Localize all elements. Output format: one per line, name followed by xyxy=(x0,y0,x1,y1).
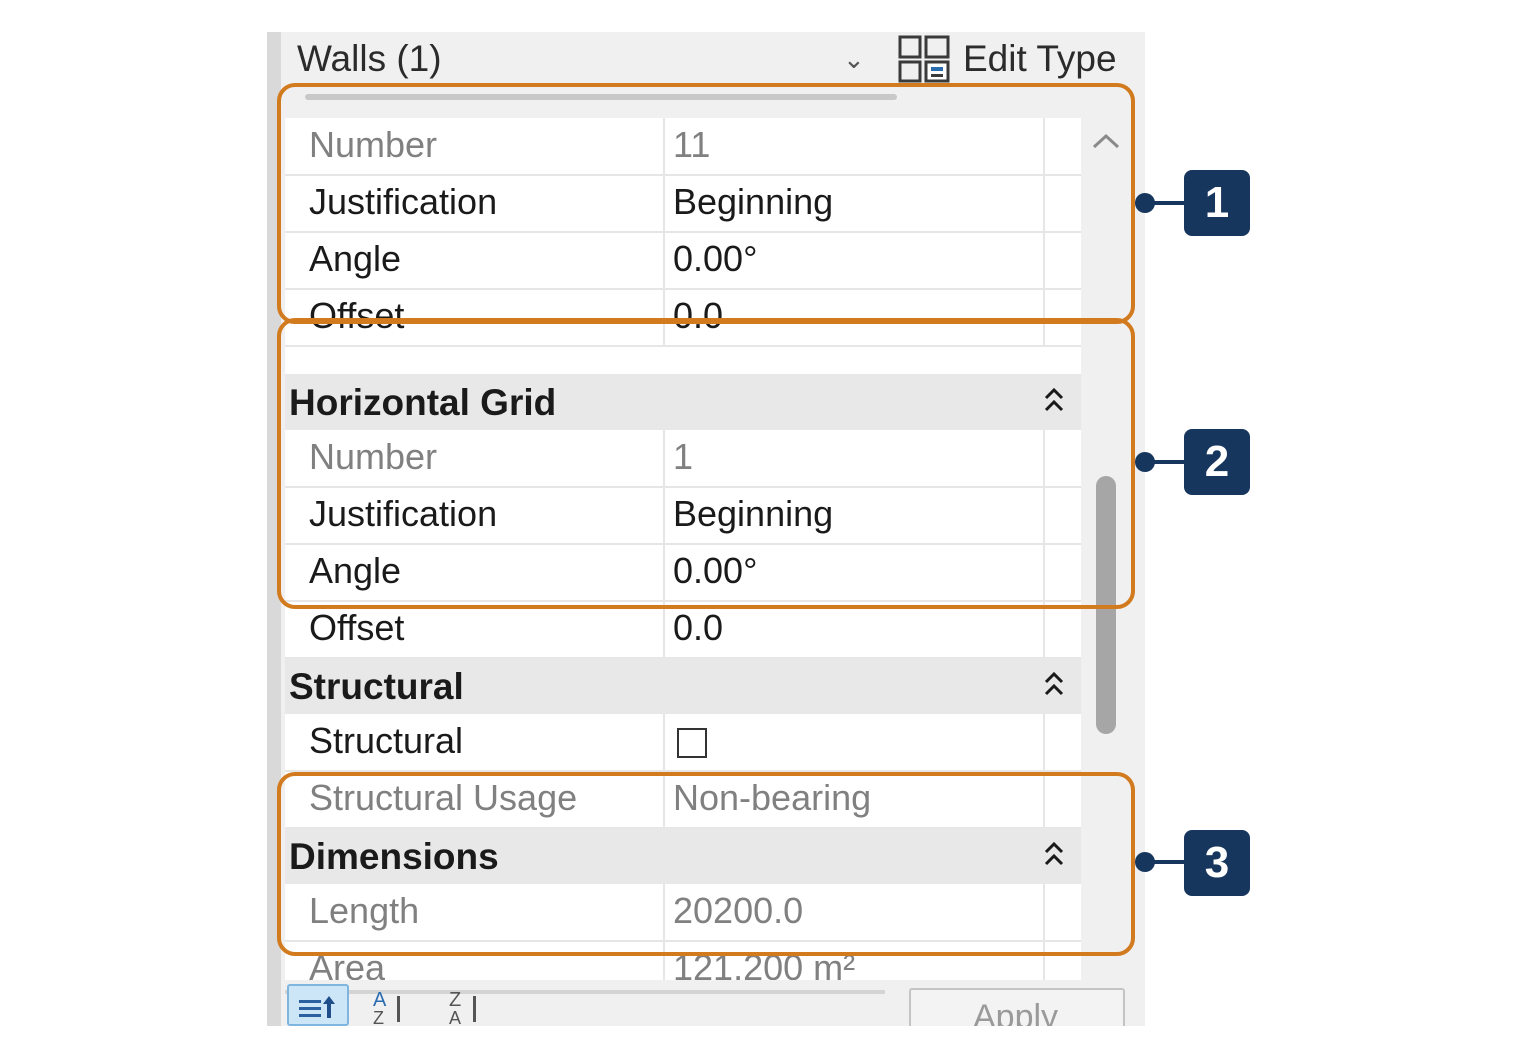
sort-az-icon: A Z xyxy=(373,989,400,1024)
reverse-sort-button[interactable]: Z A xyxy=(439,984,501,1026)
categorized-icon xyxy=(299,996,335,1018)
column-divider xyxy=(663,601,665,657)
callout-connector xyxy=(1152,860,1184,864)
highlight-box-2 xyxy=(277,318,1135,609)
edit-type-label: Edit Type xyxy=(963,38,1117,79)
callout-connector xyxy=(1152,460,1184,464)
edit-type-button[interactable]: Edit Type xyxy=(897,34,1117,84)
structural-checkbox[interactable] xyxy=(677,728,707,758)
callout-connector xyxy=(1152,201,1184,205)
svg-text:A: A xyxy=(449,1008,461,1024)
alphabetical-sort-button[interactable]: A Z xyxy=(363,984,425,1026)
sort-za-icon: Z A xyxy=(449,989,476,1024)
property-value[interactable]: 0.0 xyxy=(673,607,723,649)
category-header-structural[interactable]: Structural xyxy=(285,658,1081,714)
callout-badge-1: 1 xyxy=(1184,170,1250,236)
chevron-down-icon[interactable]: ⌄ xyxy=(843,44,865,75)
highlight-box-1 xyxy=(277,83,1135,324)
callout-badge-3: 3 xyxy=(1184,830,1250,896)
edit-type-icon xyxy=(898,35,950,83)
categorized-sort-button[interactable] xyxy=(287,984,349,1026)
column-divider xyxy=(1043,714,1045,770)
property-label: Offset xyxy=(309,607,405,648)
column-divider xyxy=(1043,601,1045,657)
apply-label: Apply xyxy=(973,998,1059,1026)
property-row-offset[interactable]: Offset 0.0 xyxy=(285,601,1081,659)
property-label: Structural xyxy=(309,720,464,761)
sort-toolbar: A Z Z A xyxy=(287,984,515,1026)
type-selector[interactable]: Walls (1) xyxy=(297,38,442,80)
type-selector-bar: Walls (1) ⌄ Edit Type xyxy=(281,32,1145,100)
property-row-structural[interactable]: Structural xyxy=(285,714,1081,772)
callout-badge-2: 2 xyxy=(1184,429,1250,495)
category-title: Structural xyxy=(289,666,464,707)
column-divider xyxy=(663,714,665,770)
highlight-box-3 xyxy=(277,772,1135,956)
svg-text:Z: Z xyxy=(373,1008,384,1024)
apply-button[interactable]: Apply xyxy=(909,988,1125,1026)
collapse-icon[interactable] xyxy=(1043,670,1065,700)
